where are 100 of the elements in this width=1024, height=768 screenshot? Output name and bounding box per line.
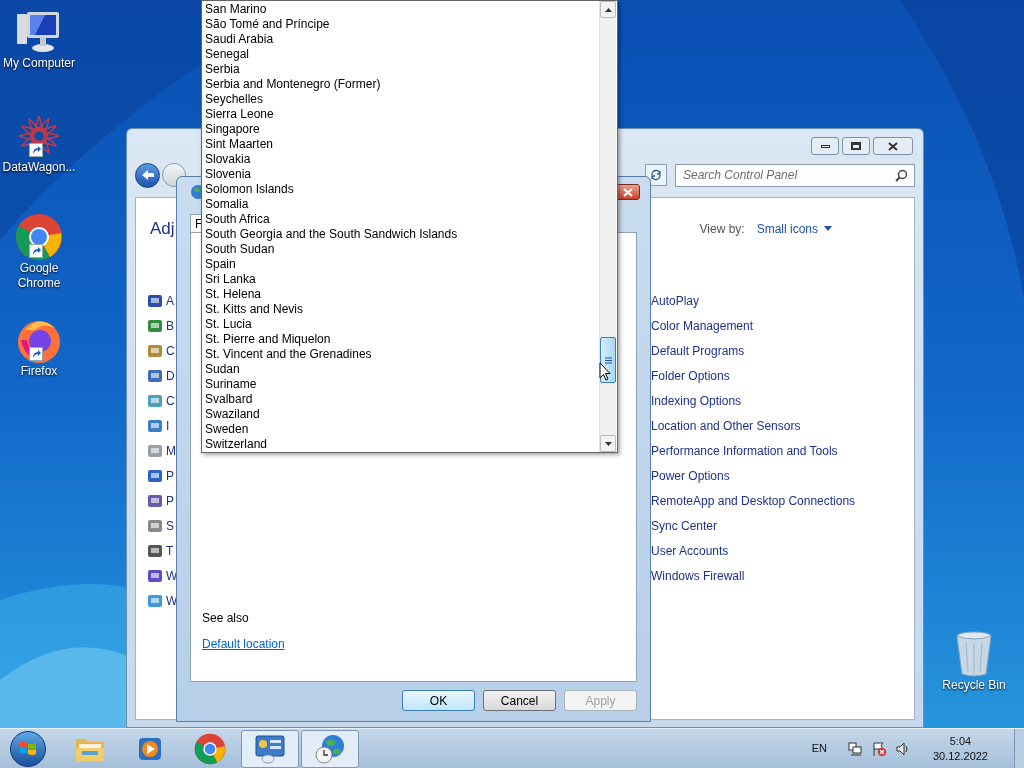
control-panel-item-icon xyxy=(147,318,163,334)
page-heading: Adj xyxy=(150,218,175,240)
control-panel-item[interactable]: B xyxy=(166,317,174,335)
control-panel-item[interactable]: P xyxy=(166,492,174,510)
windows-logo-icon xyxy=(19,739,37,758)
control-panel-item-icon xyxy=(147,518,163,534)
scroll-down-button[interactable] xyxy=(600,435,616,452)
mouse-cursor-icon xyxy=(599,362,611,381)
control-panel-item[interactable]: I xyxy=(166,417,170,435)
dropdown-option[interactable]: Saudi Arabia xyxy=(202,32,599,47)
close-button[interactable] xyxy=(873,137,913,155)
dropdown-option[interactable]: Sweden xyxy=(202,422,599,437)
control-panel-item-icon xyxy=(147,343,163,359)
dropdown-option[interactable]: St. Pierre and Miquelon xyxy=(202,332,599,347)
search-field[interactable]: Search Control Panel xyxy=(675,163,915,187)
maximize-button[interactable] xyxy=(842,137,870,155)
back-button[interactable] xyxy=(135,162,160,188)
control-panel-item-icon xyxy=(147,393,163,409)
minimize-button[interactable] xyxy=(811,137,839,155)
dropdown-option[interactable]: Solomon Islands xyxy=(202,182,599,197)
caret-icon xyxy=(824,226,832,232)
network-icon[interactable] xyxy=(846,740,863,757)
close-icon xyxy=(888,141,898,151)
control-panel-item-icon xyxy=(147,493,163,509)
dropdown-option[interactable]: Serbia xyxy=(202,62,599,77)
control-panel-item[interactable]: Color Management xyxy=(651,317,754,335)
clock-time[interactable]: 5:04 xyxy=(949,733,972,749)
control-panel-item-icon xyxy=(147,593,163,609)
dialog-button[interactable]: Cancel xyxy=(483,690,556,711)
language-indicator[interactable]: EN xyxy=(811,740,827,757)
dialog-button[interactable]: OK xyxy=(402,690,475,711)
control-panel-item-icon xyxy=(147,368,163,384)
control-panel-item[interactable]: D xyxy=(166,367,175,385)
dropdown-option[interactable]: Singapore xyxy=(202,122,599,137)
arrow-down-icon xyxy=(604,441,612,446)
dropdown-option[interactable]: São Tomé and Príncipe xyxy=(202,17,599,32)
default-location-link[interactable]: Default location xyxy=(202,635,285,653)
dropdown-option[interactable]: Senegal xyxy=(202,47,599,62)
control-panel-item[interactable]: A xyxy=(166,292,174,310)
control-panel-item[interactable]: Location and Other Sensors xyxy=(651,417,801,435)
control-panel-item[interactable]: P xyxy=(166,467,174,485)
chrome-icon xyxy=(194,732,226,765)
dropdown-option[interactable]: Spain xyxy=(202,257,599,272)
dropdown-option[interactable]: Slovenia xyxy=(202,167,599,182)
clock-date[interactable]: 30.12.2022 xyxy=(932,748,988,764)
dropdown-option[interactable]: St. Kitts and Nevis xyxy=(202,302,599,317)
dropdown-option[interactable]: San Marino xyxy=(202,2,599,17)
desktop-icon-label[interactable]: Firefox xyxy=(0,364,78,379)
control-panel-item[interactable]: Windows Firewall xyxy=(651,567,745,585)
dropdown-option[interactable]: Sri Lanka xyxy=(202,272,599,287)
dropdown-option[interactable]: Sierra Leone xyxy=(202,107,599,122)
control-panel-item[interactable]: AutoPlay xyxy=(651,292,700,310)
control-panel-item[interactable]: RemoteApp and Desktop Connections xyxy=(651,492,856,510)
volume-icon[interactable] xyxy=(894,740,911,757)
control-panel-item[interactable]: User Accounts xyxy=(651,542,729,560)
dropdown-option[interactable]: Seychelles xyxy=(202,92,599,107)
dropdown-option[interactable]: Somalia xyxy=(202,197,599,212)
desktop-icon-label[interactable]: DataWagon... xyxy=(0,160,78,175)
dropdown-option[interactable]: St. Lucia xyxy=(202,317,599,332)
taskbar-button[interactable] xyxy=(301,729,359,768)
refresh-button[interactable] xyxy=(645,164,667,186)
flag-icon[interactable] xyxy=(870,740,887,757)
desktop-icon-label[interactable]: My Computer xyxy=(0,56,78,71)
control-panel-item[interactable]: Power Options xyxy=(651,467,730,485)
search-icon xyxy=(895,168,908,182)
dropdown-option[interactable]: Suriname xyxy=(202,377,599,392)
dropdown-option[interactable]: Sudan xyxy=(202,362,599,377)
start-button[interactable] xyxy=(10,730,46,767)
control-panel-item[interactable]: Sync Center xyxy=(651,517,718,535)
dropdown-option[interactable]: St. Helena xyxy=(202,287,599,302)
view-by-label: View by: xyxy=(699,220,745,238)
control-panel-item[interactable]: Folder Options xyxy=(651,367,730,385)
show-desktop-button[interactable] xyxy=(1014,728,1024,768)
dropdown-option[interactable]: Serbia and Montenegro (Former) xyxy=(202,77,599,92)
refresh-icon xyxy=(650,169,662,181)
dropdown-option[interactable]: Swaziland xyxy=(202,407,599,422)
control-panel-item-icon xyxy=(147,468,163,484)
dropdown-option[interactable]: South Sudan xyxy=(202,242,599,257)
control-panel-item[interactable]: Performance Information and Tools xyxy=(651,442,838,460)
control-panel-item[interactable]: S xyxy=(166,517,174,535)
scrollbar[interactable] xyxy=(599,1,616,452)
dropdown-option[interactable]: Slovakia xyxy=(202,152,599,167)
arrow-up-icon xyxy=(604,7,612,12)
control-panel-item[interactable]: M xyxy=(166,442,176,460)
dropdown-option[interactable]: Sint Maarten xyxy=(202,137,599,152)
view-by-dropdown[interactable]: Small icons xyxy=(756,219,832,238)
control-panel-item[interactable]: Indexing Options xyxy=(651,392,742,410)
scroll-up-button[interactable] xyxy=(600,1,616,18)
dropdown-option[interactable]: St. Vincent and the Grenadines xyxy=(202,347,599,362)
control-panel-item-icon xyxy=(147,543,163,559)
control-panel-item[interactable]: C xyxy=(166,392,175,410)
taskbar-button[interactable] xyxy=(241,729,299,768)
desktop-icon-label[interactable]: Google Chrome xyxy=(0,261,78,291)
recycle-bin-icon xyxy=(954,630,994,678)
control-panel-item[interactable]: T xyxy=(166,542,174,560)
dropdown-option[interactable]: Svalbard xyxy=(202,392,599,407)
dropdown-option[interactable]: Switzerland xyxy=(202,437,599,452)
control-panel-item[interactable]: C xyxy=(166,342,175,360)
control-panel-item-icon xyxy=(147,443,163,459)
control-panel-item[interactable]: Default Programs xyxy=(651,342,745,360)
